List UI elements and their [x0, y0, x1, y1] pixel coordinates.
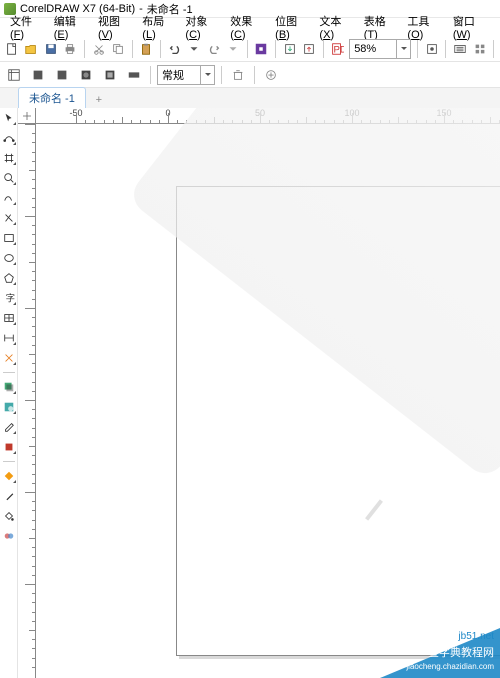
separator — [254, 66, 255, 84]
zoom-level-combo[interactable] — [349, 39, 411, 59]
separator — [493, 40, 494, 58]
separator — [247, 40, 248, 58]
copy-button[interactable] — [110, 39, 126, 59]
preset-combo-text: 常规 — [158, 67, 200, 83]
redo-dropdown[interactable] — [225, 39, 241, 59]
outline-pen-tool[interactable] — [1, 488, 17, 504]
app-launcher-button[interactable] — [472, 39, 488, 59]
polygon-tool[interactable] — [1, 270, 17, 286]
preset-combo[interactable]: 常规 — [157, 65, 215, 85]
paste-button[interactable] — [139, 39, 155, 59]
separator — [160, 40, 161, 58]
tab-document-1[interactable]: 未命名 -1 — [18, 87, 86, 108]
open-button[interactable] — [24, 39, 40, 59]
snap-button[interactable] — [424, 39, 440, 59]
menu-文本[interactable]: 文本(X) — [315, 12, 357, 42]
prop-btn-1[interactable] — [28, 65, 48, 85]
search-content-button[interactable] — [254, 39, 270, 59]
canvas-area[interactable]: -50050100150200 — [18, 108, 500, 678]
publish-pdf-button[interactable]: PDF — [330, 39, 346, 59]
delete-preset-button[interactable] — [228, 65, 248, 85]
property-bar: 常规 — [0, 62, 500, 88]
toolbox: 字 — [0, 108, 18, 678]
separator — [150, 66, 151, 84]
separator — [221, 66, 222, 84]
menu-文件[interactable]: 文件(F) — [6, 12, 48, 42]
shape-tool[interactable] — [1, 130, 17, 146]
add-preset-button[interactable] — [261, 65, 281, 85]
document-tabs: 未命名 -1 + — [0, 88, 500, 108]
ruler-vertical[interactable] — [18, 124, 36, 678]
ellipse-tool[interactable] — [1, 250, 17, 266]
artistic-media-tool[interactable] — [1, 210, 17, 226]
transparency-tool[interactable] — [1, 399, 17, 415]
rectangle-tool[interactable] — [1, 230, 17, 246]
workspace: 字 -50050100150200 — [0, 108, 500, 678]
prop-btn-5[interactable] — [124, 65, 144, 85]
menu-工具[interactable]: 工具(O) — [403, 12, 446, 42]
separator — [445, 40, 446, 58]
drop-shadow-tool[interactable] — [1, 379, 17, 395]
blend-tool[interactable] — [1, 528, 17, 544]
import-button[interactable] — [282, 39, 298, 59]
watermark-line2: jiaocheng.chazidian.com — [406, 660, 494, 674]
cut-button[interactable] — [91, 39, 107, 59]
options-button[interactable] — [452, 39, 468, 59]
new-button[interactable] — [4, 39, 20, 59]
zoom-input[interactable] — [350, 40, 396, 58]
table-tool[interactable] — [1, 310, 17, 326]
menu-布局[interactable]: 布局(L) — [138, 12, 179, 42]
prop-btn-2[interactable] — [52, 65, 72, 85]
color-eyedropper-tool[interactable] — [1, 419, 17, 435]
ruler-origin[interactable] — [18, 108, 36, 124]
menu-对象[interactable]: 对象(C) — [181, 12, 224, 42]
separator — [323, 40, 324, 58]
watermark-text: 查字典教程网 jiaocheng.chazidian.com — [406, 646, 494, 674]
dimension-tool[interactable] — [1, 330, 17, 346]
watermark-line1: 查字典教程网 — [406, 646, 494, 660]
prop-btn-3[interactable] — [76, 65, 96, 85]
print-button[interactable] — [63, 39, 79, 59]
prop-btn-4[interactable] — [100, 65, 120, 85]
menu-视图[interactable]: 视图(V) — [94, 12, 136, 42]
menu-窗口[interactable]: 窗口(W) — [449, 12, 494, 42]
menu-位图[interactable]: 位图(B) — [271, 12, 313, 42]
freehand-tool[interactable] — [1, 190, 17, 206]
separator — [84, 40, 85, 58]
separator — [275, 40, 276, 58]
pick-tool[interactable] — [1, 110, 17, 126]
zoom-dropdown-arrow[interactable] — [396, 40, 410, 58]
smart-fill-tool[interactable] — [1, 468, 17, 484]
zoom-tool[interactable] — [1, 170, 17, 186]
menu-编辑[interactable]: 编辑(E) — [50, 12, 92, 42]
prop-crop-icon[interactable] — [4, 65, 24, 85]
interactive-fill-tool[interactable] — [1, 439, 17, 455]
svg-text:字: 字 — [5, 292, 14, 303]
undo-button[interactable] — [167, 39, 183, 59]
undo-dropdown[interactable] — [186, 39, 202, 59]
text-tool[interactable]: 字 — [1, 290, 17, 306]
redo-button[interactable] — [206, 39, 222, 59]
svg-text:PDF: PDF — [334, 44, 345, 55]
preset-combo-arrow[interactable] — [200, 66, 214, 84]
crop-tool[interactable] — [1, 150, 17, 166]
menu-表格[interactable]: 表格(T) — [360, 12, 402, 42]
separator — [417, 40, 418, 58]
export-button[interactable] — [301, 39, 317, 59]
tab-add-button[interactable]: + — [90, 92, 108, 108]
save-button[interactable] — [43, 39, 59, 59]
connector-tool[interactable] — [1, 350, 17, 366]
menu-效果[interactable]: 效果(C) — [226, 12, 269, 42]
separator — [132, 40, 133, 58]
menu-bar: 文件(F)编辑(E)视图(V)布局(L)对象(C)效果(C)位图(B)文本(X)… — [0, 18, 500, 36]
fill-tool[interactable] — [1, 508, 17, 524]
